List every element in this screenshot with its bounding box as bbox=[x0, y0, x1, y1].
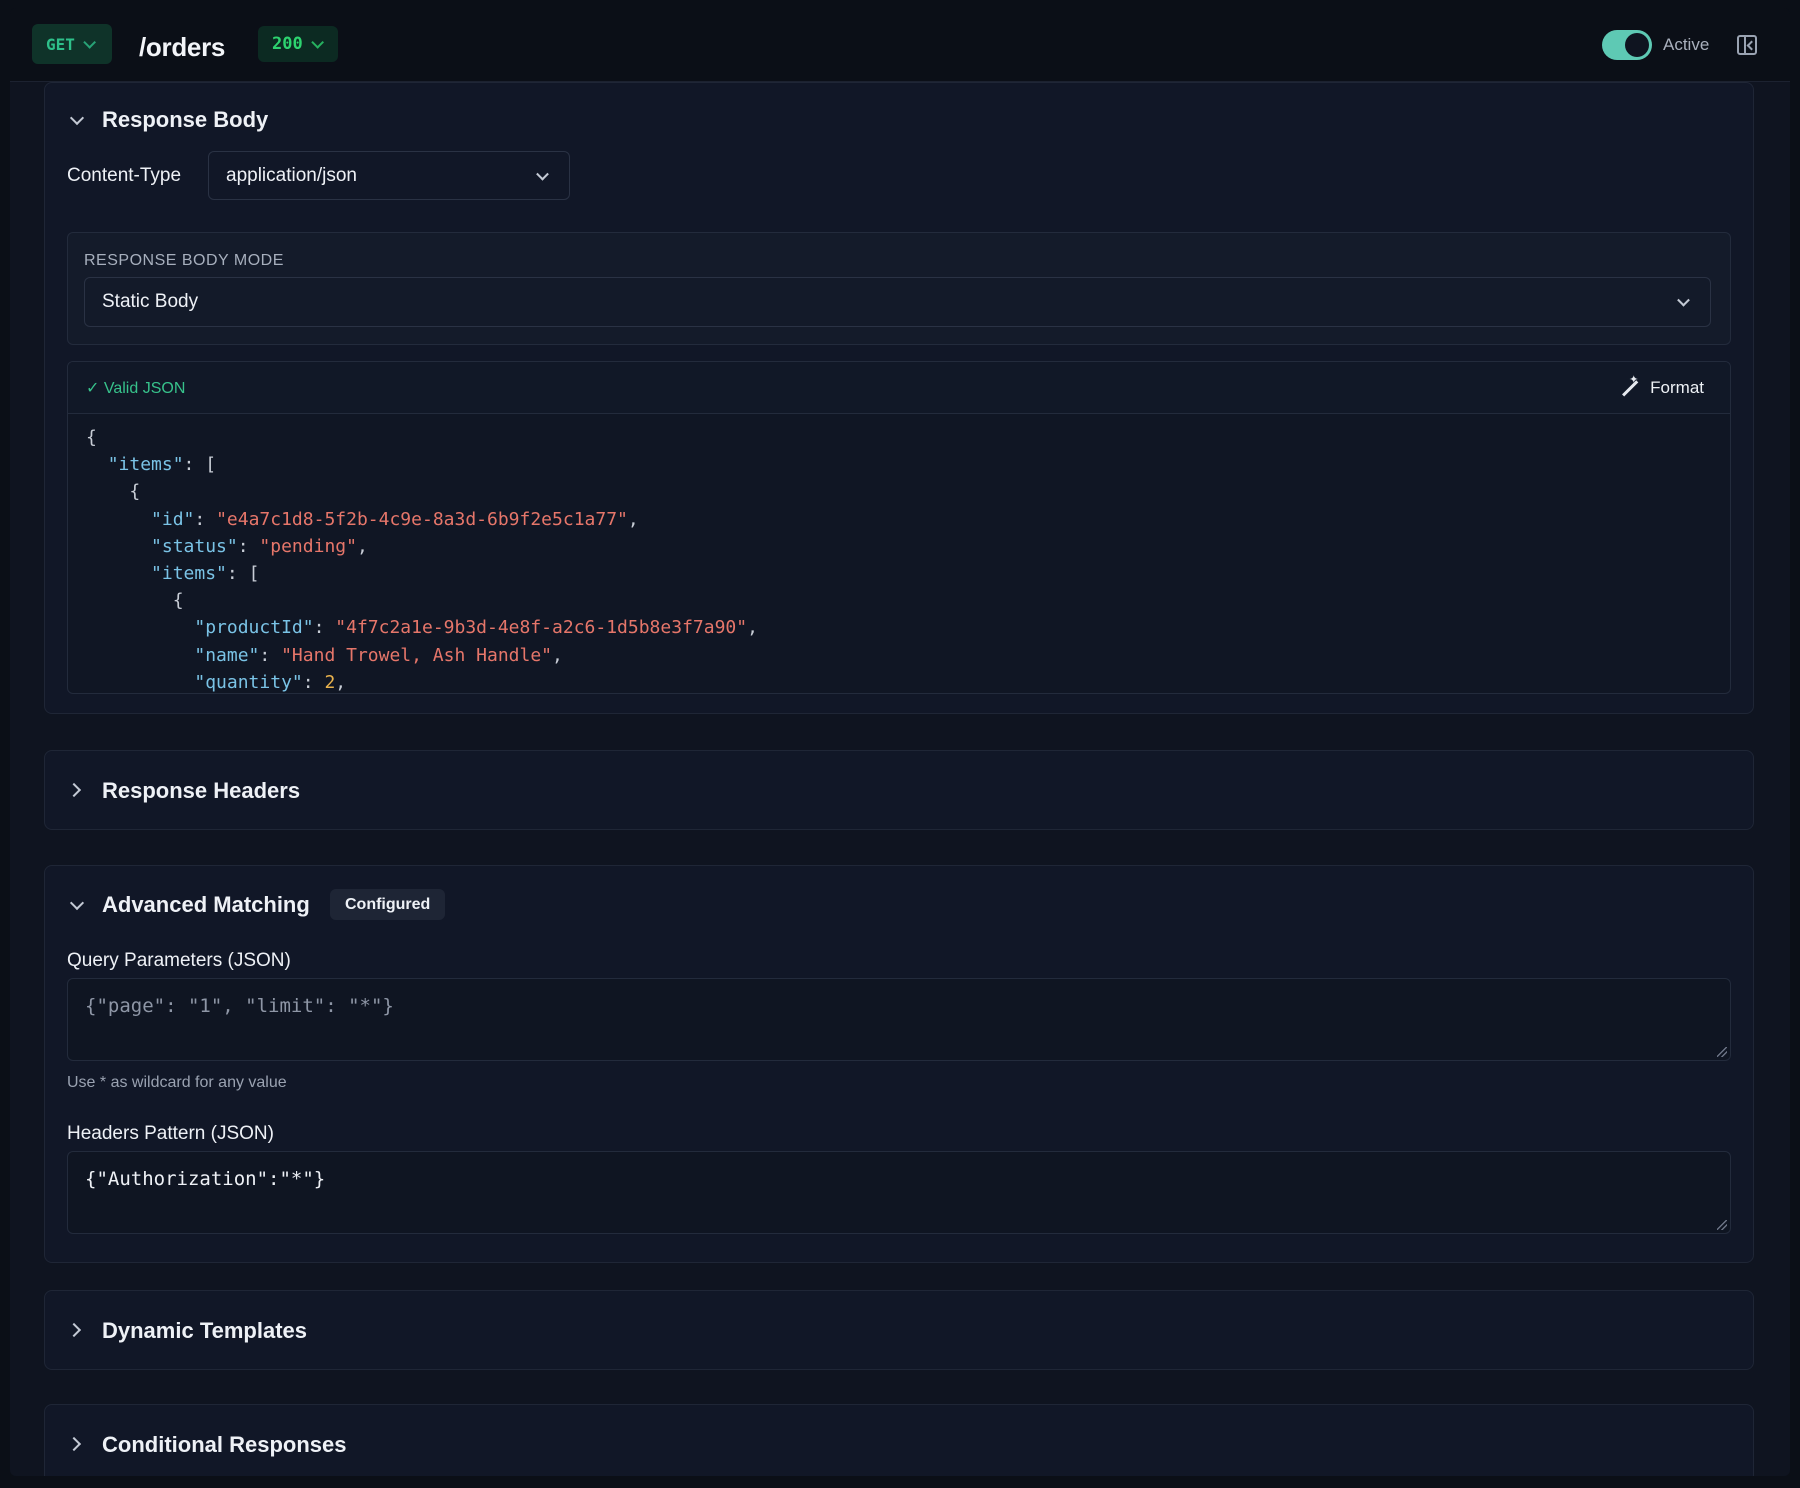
chevron-down-icon bbox=[83, 35, 96, 49]
advanced-matching-section: Advanced Matching Configured Query Param… bbox=[44, 865, 1754, 1263]
content-type-label: Content-Type bbox=[67, 165, 182, 186]
response-body-section: Response Body Content-Type application/j… bbox=[44, 82, 1754, 714]
method-label: GET bbox=[46, 34, 75, 54]
endpoint-path[interactable]: /orders bbox=[139, 32, 225, 63]
sidebar-collapse-icon[interactable] bbox=[1737, 35, 1757, 55]
content-type-select[interactable]: application/json bbox=[208, 151, 570, 200]
mode-label: RESPONSE BODY MODE bbox=[84, 252, 284, 269]
headers-pattern-label: Headers Pattern (JSON) bbox=[67, 1123, 274, 1144]
toggle-knob bbox=[1625, 33, 1649, 57]
check-icon: ✓ bbox=[86, 380, 100, 397]
format-label: Format bbox=[1650, 378, 1704, 397]
chevron-down-icon bbox=[1677, 293, 1690, 307]
mode-value: Static Body bbox=[102, 291, 199, 312]
active-toggle[interactable] bbox=[1602, 30, 1652, 60]
headers-pattern-value: {"Authorization":"*"} bbox=[85, 1168, 326, 1190]
chevron-down-icon bbox=[536, 167, 549, 181]
section-title[interactable]: Response Body bbox=[102, 107, 268, 133]
code-content[interactable]: { "items": [ { "id": "e4a7c1d8-5f2b-4c9e… bbox=[86, 424, 758, 693]
valid-label: Valid JSON bbox=[103, 380, 186, 397]
active-label: Active bbox=[1663, 35, 1710, 54]
code-line: "items": [ bbox=[151, 563, 260, 585]
format-button[interactable]: Format bbox=[1618, 373, 1704, 399]
code-line: "status": "pending", bbox=[151, 535, 368, 557]
query-params-placeholder: {"page": "1", "limit": "*"} bbox=[85, 995, 394, 1017]
conditional-responses-section[interactable]: Conditional Responses bbox=[44, 1404, 1754, 1476]
mode-select[interactable]: Static Body bbox=[84, 277, 1711, 327]
section-title: Dynamic Templates bbox=[102, 1318, 308, 1343]
endpoint-header: GET /orders 200 Active bbox=[10, 8, 1790, 82]
chevron-right-icon bbox=[66, 1322, 82, 1338]
code-line: { bbox=[86, 590, 184, 612]
resize-handle[interactable] bbox=[1717, 1047, 1727, 1057]
code-line: "productId": "4f7c2a1e-9b3d-4e8f-a2c6-1d… bbox=[194, 617, 758, 639]
chevron-right-icon bbox=[66, 1436, 82, 1452]
resize-handle[interactable] bbox=[1717, 1220, 1727, 1230]
method-select[interactable]: GET bbox=[32, 24, 112, 64]
validation-status: ✓ Valid JSON bbox=[86, 378, 185, 398]
status-code-select[interactable]: 200 bbox=[258, 26, 338, 62]
section-title[interactable]: Advanced Matching bbox=[102, 892, 310, 918]
magic-wand-icon bbox=[1618, 373, 1640, 399]
content-type-value: application/json bbox=[226, 164, 357, 186]
code-line: "name": "Hand Trowel, Ash Handle", bbox=[194, 644, 563, 666]
code-line: "quantity": 2, bbox=[194, 671, 347, 693]
editor-toolbar: ✓ Valid JSON Format bbox=[68, 362, 1730, 414]
chevron-down-icon[interactable] bbox=[69, 110, 85, 126]
section-title: Conditional Responses bbox=[102, 1432, 347, 1457]
wildcard-hint: Use * as wildcard for any value bbox=[67, 1074, 287, 1091]
status-code-label: 200 bbox=[272, 34, 303, 54]
dynamic-templates-section[interactable]: Dynamic Templates bbox=[44, 1290, 1754, 1370]
response-body-mode-panel: RESPONSE BODY MODE Static Body bbox=[67, 232, 1731, 345]
code-line: { bbox=[86, 427, 97, 448]
json-editor[interactable]: ✓ Valid JSON Format { "items": [ { "id":… bbox=[67, 361, 1731, 694]
query-params-input[interactable]: {"page": "1", "limit": "*"} bbox=[67, 978, 1731, 1061]
code-line: "items": [ bbox=[107, 454, 217, 476]
code-line: { bbox=[86, 481, 141, 503]
section-title: Response Headers bbox=[102, 778, 301, 803]
configured-badge: Configured bbox=[330, 889, 446, 920]
query-params-label: Query Parameters (JSON) bbox=[67, 950, 291, 971]
code-line: "id": "e4a7c1d8-5f2b-4c9e-8a3d-6b9f2e5c1… bbox=[151, 508, 639, 530]
response-headers-section[interactable]: Response Headers bbox=[44, 750, 1754, 830]
endpoint-editor: GET /orders 200 Active Response Body Con… bbox=[10, 8, 1790, 1476]
chevron-down-icon bbox=[310, 35, 324, 49]
headers-pattern-input[interactable]: {"Authorization":"*"} bbox=[67, 1151, 1731, 1234]
chevron-right-icon bbox=[66, 782, 82, 798]
chevron-down-icon[interactable] bbox=[69, 895, 85, 911]
